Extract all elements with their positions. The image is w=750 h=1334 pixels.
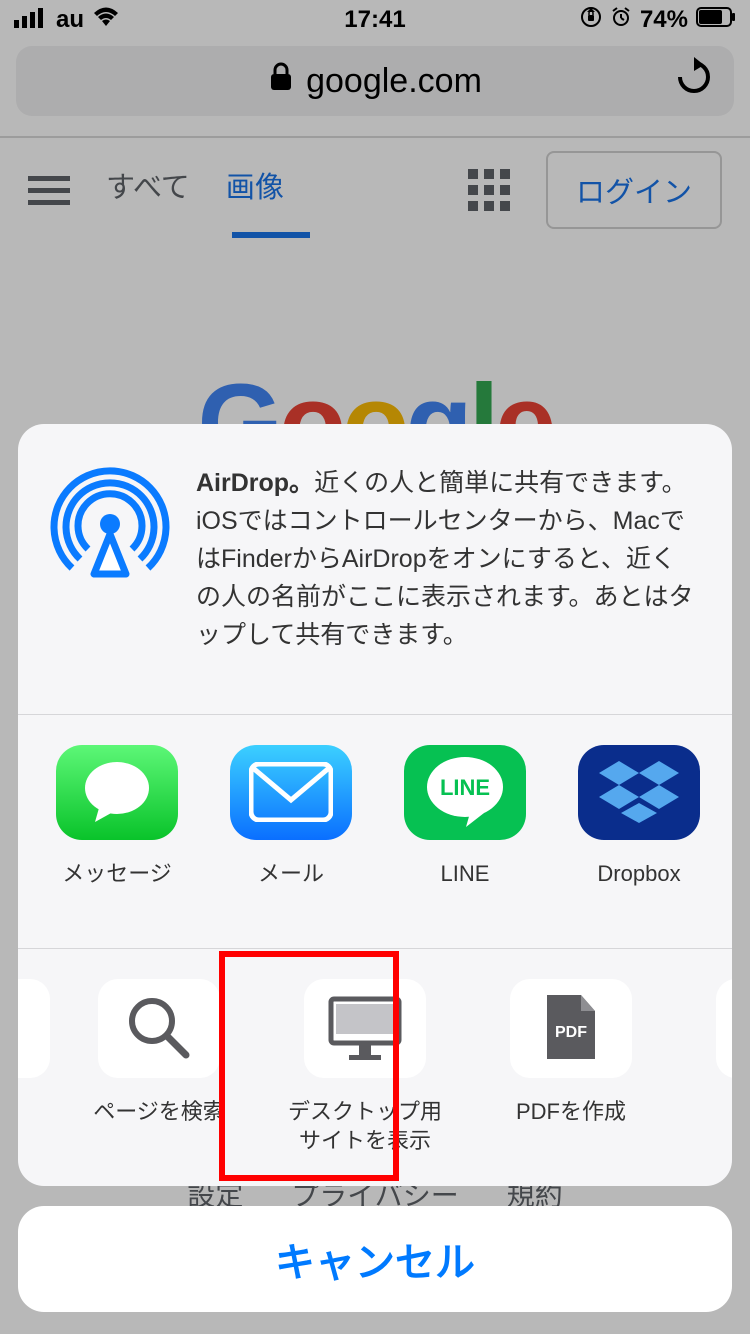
airdrop-title: AirDrop。 [196,469,314,497]
share-app-label: メッセージ [62,860,172,912]
share-app-label: LINE [441,860,490,912]
share-app-label: メール [258,860,324,912]
svg-text:LINE: LINE [440,775,490,800]
cancel-label: キャンセル [275,1230,475,1288]
share-action-request-desktop[interactable]: デスクトップ用 サイトを表示 [284,979,446,1150]
share-action-label: PDFを作成 [516,1098,626,1150]
share-action-create-pdf[interactable]: PDF PDFを作成 [490,979,652,1150]
share-sheet: AirDrop。近くの人と簡単に共有できます。iOSではコントロールセンターから… [18,424,732,1186]
search-icon [124,993,194,1063]
share-app-label: Dropbox [597,860,680,912]
svg-text:PDF: PDF [555,1024,587,1041]
airdrop-section[interactable]: AirDrop。近くの人と簡単に共有できます。iOSではコントロールセンターから… [18,424,732,714]
share-app-dropbox[interactable]: Dropbox [574,745,704,912]
share-action-label: デスクトップ用 サイトを表示 [288,1098,442,1150]
share-actions-row: に ページを検索 デスクトップ用 サイトを表示 PDF PDFを作成 その他 [18,949,732,1186]
share-action-partial[interactable]: に [22,979,56,1150]
airdrop-icon [50,464,170,584]
pdf-icon: PDF [543,993,599,1063]
share-action-more[interactable]: その他 [696,979,732,1150]
share-apps-row: メッセージ メール LINE LINE Dropbox [18,715,732,948]
share-app-messages[interactable]: メッセージ [52,745,182,912]
desktop-icon [327,995,403,1061]
share-action-find-on-page[interactable]: ページを検索 [78,979,240,1150]
cancel-button[interactable]: キャンセル [18,1206,732,1312]
share-action-label: ページを検索 [93,1098,225,1150]
share-app-mail[interactable]: メール [226,745,356,912]
airdrop-description: AirDrop。近くの人と簡単に共有できます。iOSではコントロールセンターから… [196,464,700,654]
share-app-line[interactable]: LINE LINE [400,745,530,912]
